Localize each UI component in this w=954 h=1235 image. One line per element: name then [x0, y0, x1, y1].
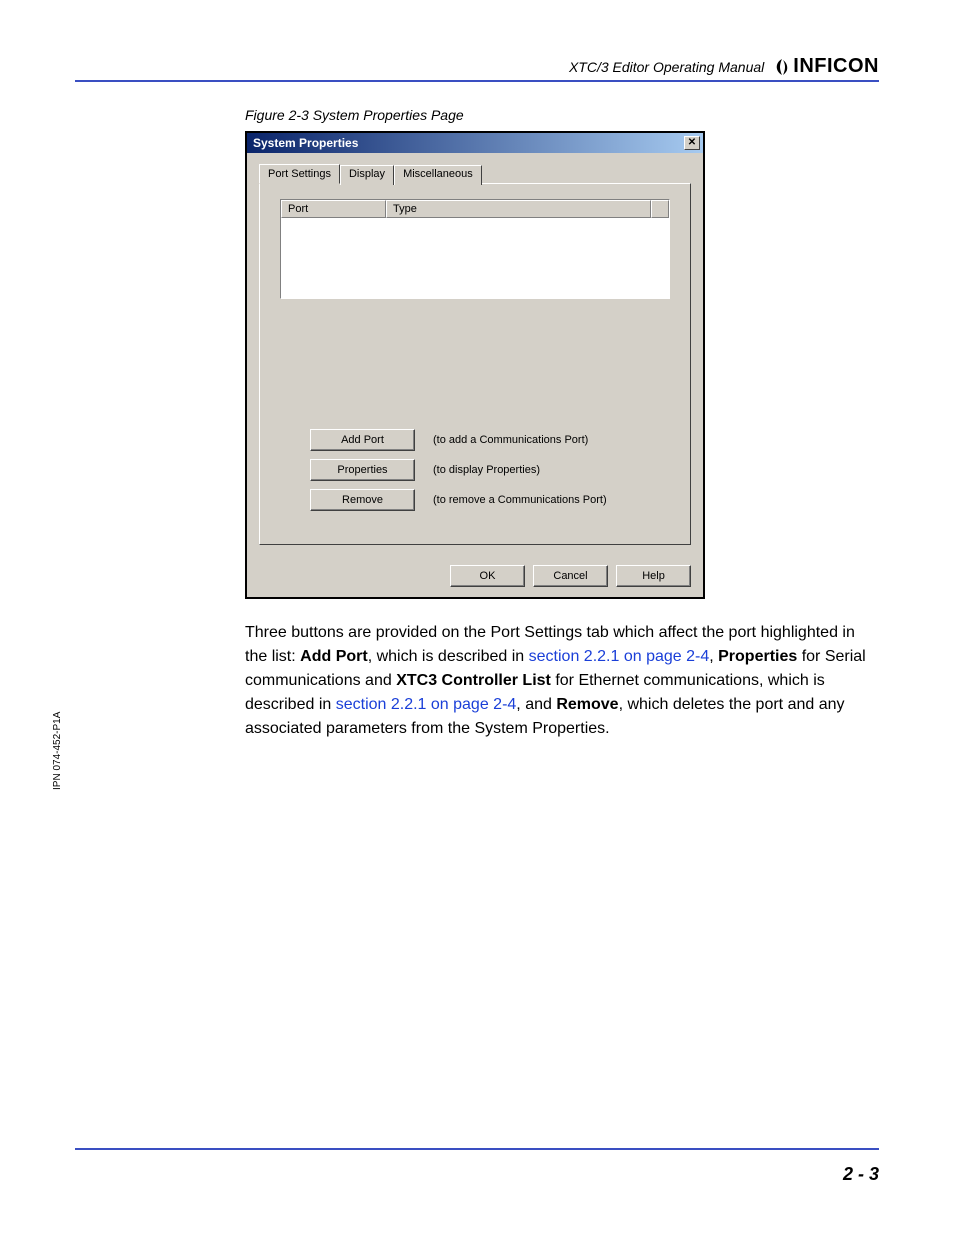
add-port-button[interactable]: Add Port	[310, 429, 415, 451]
dialog-footer: OK Cancel Help	[247, 557, 703, 597]
brand-logo: INFICON	[774, 55, 879, 78]
ipn-code: IPN 074-452-P1A	[52, 712, 63, 790]
ok-button[interactable]: OK	[450, 565, 525, 587]
body-paragraph: Three buttons are provided on the Port S…	[245, 621, 879, 741]
close-icon[interactable]: ✕	[684, 136, 700, 150]
dialog-title: System Properties	[253, 136, 358, 150]
link-section-221-a[interactable]: section 2.2.1 on page 2-4	[529, 648, 710, 665]
cancel-button[interactable]: Cancel	[533, 565, 608, 587]
listview-header: Port Type	[281, 200, 669, 218]
tab-strip: Port Settings Display Miscellaneous	[259, 163, 691, 183]
add-port-desc: (to add a Communications Port)	[433, 434, 588, 446]
doc-title: XTC/3 Editor Operating Manual	[569, 59, 764, 75]
system-properties-dialog: System Properties ✕ Port Settings Displa…	[245, 131, 705, 599]
page-number: 2 - 3	[843, 1164, 879, 1185]
figure-caption: Figure 2-3 System Properties Page	[245, 107, 879, 123]
tab-miscellaneous[interactable]: Miscellaneous	[394, 165, 482, 185]
col-type[interactable]: Type	[386, 200, 651, 218]
header-rule	[75, 80, 879, 82]
tab-panel: Port Type Add Port (to add a Communicati…	[259, 183, 691, 545]
help-button[interactable]: Help	[616, 565, 691, 587]
remove-button[interactable]: Remove	[310, 489, 415, 511]
dialog-titlebar: System Properties ✕	[247, 133, 703, 153]
remove-desc: (to remove a Communications Port)	[433, 494, 607, 506]
col-spacer	[651, 200, 669, 218]
tab-port-settings[interactable]: Port Settings	[259, 164, 340, 184]
link-section-221-b[interactable]: section 2.2.1 on page 2-4	[336, 696, 517, 713]
col-port[interactable]: Port	[281, 200, 386, 218]
port-listview[interactable]: Port Type	[280, 199, 670, 299]
properties-button[interactable]: Properties	[310, 459, 415, 481]
page-header: XTC/3 Editor Operating Manual INFICON	[75, 55, 879, 78]
logo-mark-icon	[774, 58, 790, 76]
brand-name: INFICON	[793, 55, 879, 78]
footer-rule	[75, 1148, 879, 1150]
properties-desc: (to display Properties)	[433, 464, 540, 476]
tab-display[interactable]: Display	[340, 165, 394, 185]
